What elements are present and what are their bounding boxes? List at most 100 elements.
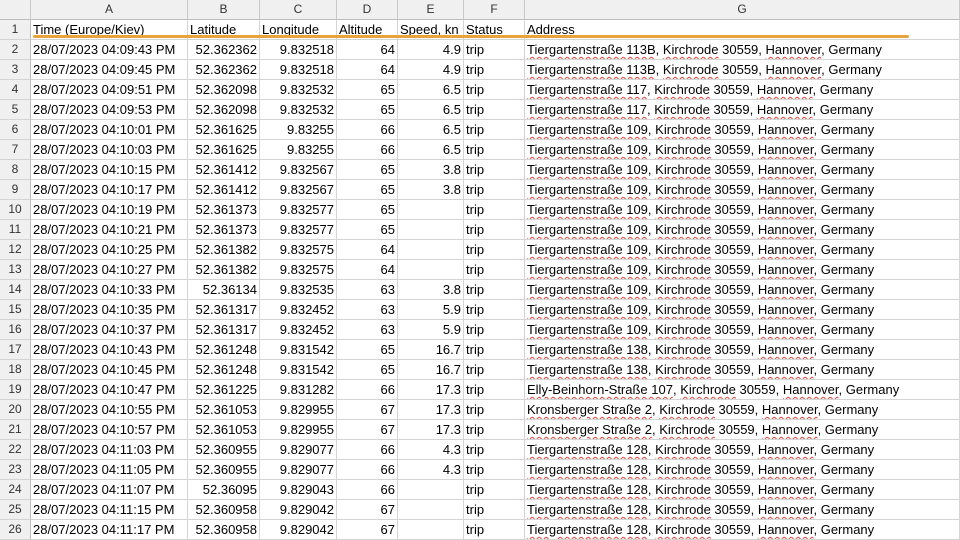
cell-altitude[interactable]: 65 <box>337 360 398 380</box>
cell-altitude[interactable]: 66 <box>337 120 398 140</box>
cell-longitude[interactable]: 9.832577 <box>260 220 337 240</box>
cell-status[interactable]: trip <box>464 100 525 120</box>
cell-status[interactable]: trip <box>464 80 525 100</box>
row-number[interactable]: 6 <box>0 120 31 140</box>
cell-time[interactable]: 28/07/2023 04:10:35 PM <box>31 300 188 320</box>
cell-time[interactable]: 28/07/2023 04:10:15 PM <box>31 160 188 180</box>
row-number[interactable]: 19 <box>0 380 31 400</box>
cell-speed[interactable] <box>398 500 464 520</box>
cell-altitude[interactable]: 65 <box>337 160 398 180</box>
cell-status[interactable]: trip <box>464 400 525 420</box>
cell-altitude[interactable]: 66 <box>337 380 398 400</box>
cell-longitude[interactable]: 9.831542 <box>260 340 337 360</box>
cell-time[interactable]: 28/07/2023 04:10:19 PM <box>31 200 188 220</box>
row-number[interactable]: 7 <box>0 140 31 160</box>
row-number[interactable]: 8 <box>0 160 31 180</box>
cell-altitude[interactable]: 66 <box>337 140 398 160</box>
cell-speed[interactable] <box>398 520 464 540</box>
cell-altitude[interactable]: 64 <box>337 240 398 260</box>
row-number[interactable]: 1 <box>0 20 31 40</box>
row-number[interactable]: 17 <box>0 340 31 360</box>
cell-latitude[interactable]: 52.360958 <box>188 520 260 540</box>
cell-altitude[interactable]: 65 <box>337 100 398 120</box>
cell-speed[interactable]: 3.8 <box>398 280 464 300</box>
row-number[interactable]: 13 <box>0 260 31 280</box>
cell-latitude[interactable]: 52.361053 <box>188 400 260 420</box>
row-number[interactable]: 15 <box>0 300 31 320</box>
column-header-e[interactable]: E <box>398 0 464 20</box>
cell-address[interactable]: Tiergartenstraße 109, Kirchrode 30559, H… <box>525 200 960 220</box>
cell-latitude[interactable]: 52.361248 <box>188 360 260 380</box>
cell-status[interactable]: trip <box>464 520 525 540</box>
cell-latitude[interactable]: 52.361373 <box>188 200 260 220</box>
cell-longitude[interactable]: 9.832452 <box>260 300 337 320</box>
column-header-b[interactable]: B <box>188 0 260 20</box>
cell-address[interactable]: Tiergartenstraße 109, Kirchrode 30559, H… <box>525 180 960 200</box>
cell-time[interactable]: 28/07/2023 04:10:45 PM <box>31 360 188 380</box>
cell-longitude[interactable]: 9.832532 <box>260 100 337 120</box>
cell-speed[interactable]: 17.3 <box>398 380 464 400</box>
cell-latitude[interactable]: 52.360958 <box>188 500 260 520</box>
cell-address[interactable]: Tiergartenstraße 109, Kirchrode 30559, H… <box>525 300 960 320</box>
cell-latitude[interactable]: 52.36095 <box>188 480 260 500</box>
cell-latitude[interactable]: 52.360955 <box>188 460 260 480</box>
cell-longitude[interactable]: 9.832577 <box>260 200 337 220</box>
row-number[interactable]: 10 <box>0 200 31 220</box>
cell-longitude[interactable]: 9.829955 <box>260 420 337 440</box>
cell-speed[interactable]: 4.3 <box>398 440 464 460</box>
cell-time[interactable]: 28/07/2023 04:09:53 PM <box>31 100 188 120</box>
cell-latitude[interactable]: 52.361412 <box>188 180 260 200</box>
row-number[interactable]: 4 <box>0 80 31 100</box>
cell-longitude[interactable]: 9.829955 <box>260 400 337 420</box>
row-number[interactable]: 11 <box>0 220 31 240</box>
row-number[interactable]: 26 <box>0 520 31 540</box>
cell-address[interactable]: Tiergartenstraße 109, Kirchrode 30559, H… <box>525 260 960 280</box>
row-number[interactable]: 20 <box>0 400 31 420</box>
cell-longitude[interactable]: 9.829077 <box>260 460 337 480</box>
cell-latitude[interactable]: 52.362098 <box>188 80 260 100</box>
cell-latitude[interactable]: 52.361382 <box>188 260 260 280</box>
cell-status[interactable]: trip <box>464 460 525 480</box>
cell-latitude[interactable]: 52.361382 <box>188 240 260 260</box>
row-number[interactable]: 9 <box>0 180 31 200</box>
cell-address[interactable]: Kronsberger Straße 2, Kirchrode 30559, H… <box>525 400 960 420</box>
cell-address[interactable]: Tiergartenstraße 109, Kirchrode 30559, H… <box>525 140 960 160</box>
cell-address[interactable]: Kronsberger Straße 2, Kirchrode 30559, H… <box>525 420 960 440</box>
cell-address[interactable]: Tiergartenstraße 128, Kirchrode 30559, H… <box>525 500 960 520</box>
row-number[interactable]: 5 <box>0 100 31 120</box>
cell-longitude[interactable]: 9.83255 <box>260 140 337 160</box>
cell-altitude[interactable]: 63 <box>337 300 398 320</box>
cell-address[interactable]: Tiergartenstraße 113B, Kirchrode 30559, … <box>525 40 960 60</box>
cell-altitude[interactable]: 65 <box>337 180 398 200</box>
cell-time[interactable]: 28/07/2023 04:11:15 PM <box>31 500 188 520</box>
row-number[interactable]: 12 <box>0 240 31 260</box>
cell-speed[interactable]: 17.3 <box>398 400 464 420</box>
cell-address[interactable]: Tiergartenstraße 138, Kirchrode 30559, H… <box>525 340 960 360</box>
cell-latitude[interactable]: 52.360955 <box>188 440 260 460</box>
cell-longitude[interactable]: 9.832575 <box>260 260 337 280</box>
row-number[interactable]: 21 <box>0 420 31 440</box>
cell-longitude[interactable]: 9.832518 <box>260 40 337 60</box>
cell-address[interactable]: Elly-Beinhorn-Straße 107, Kirchrode 3055… <box>525 380 960 400</box>
row-number[interactable]: 23 <box>0 460 31 480</box>
cell-speed[interactable]: 16.7 <box>398 340 464 360</box>
cell-speed[interactable]: 6.5 <box>398 100 464 120</box>
cell-longitude[interactable]: 9.829042 <box>260 500 337 520</box>
cell-time[interactable]: 28/07/2023 04:10:17 PM <box>31 180 188 200</box>
cell-time[interactable]: 28/07/2023 04:10:43 PM <box>31 340 188 360</box>
cell-address[interactable]: Tiergartenstraße 109, Kirchrode 30559, H… <box>525 160 960 180</box>
row-number[interactable]: 14 <box>0 280 31 300</box>
cell-status[interactable]: trip <box>464 140 525 160</box>
cell-time[interactable]: 28/07/2023 04:10:37 PM <box>31 320 188 340</box>
cell-address[interactable]: Tiergartenstraße 109, Kirchrode 30559, H… <box>525 120 960 140</box>
cell-status[interactable]: trip <box>464 420 525 440</box>
cell-speed[interactable]: 3.8 <box>398 180 464 200</box>
cell-time[interactable]: 28/07/2023 04:09:45 PM <box>31 60 188 80</box>
cell-status[interactable]: trip <box>464 320 525 340</box>
cell-time[interactable]: 28/07/2023 04:09:51 PM <box>31 80 188 100</box>
cell-longitude[interactable]: 9.832532 <box>260 80 337 100</box>
cell-speed[interactable]: 3.8 <box>398 160 464 180</box>
cell-status[interactable]: trip <box>464 200 525 220</box>
cell-time[interactable]: 28/07/2023 04:10:21 PM <box>31 220 188 240</box>
column-header-f[interactable]: F <box>464 0 525 20</box>
